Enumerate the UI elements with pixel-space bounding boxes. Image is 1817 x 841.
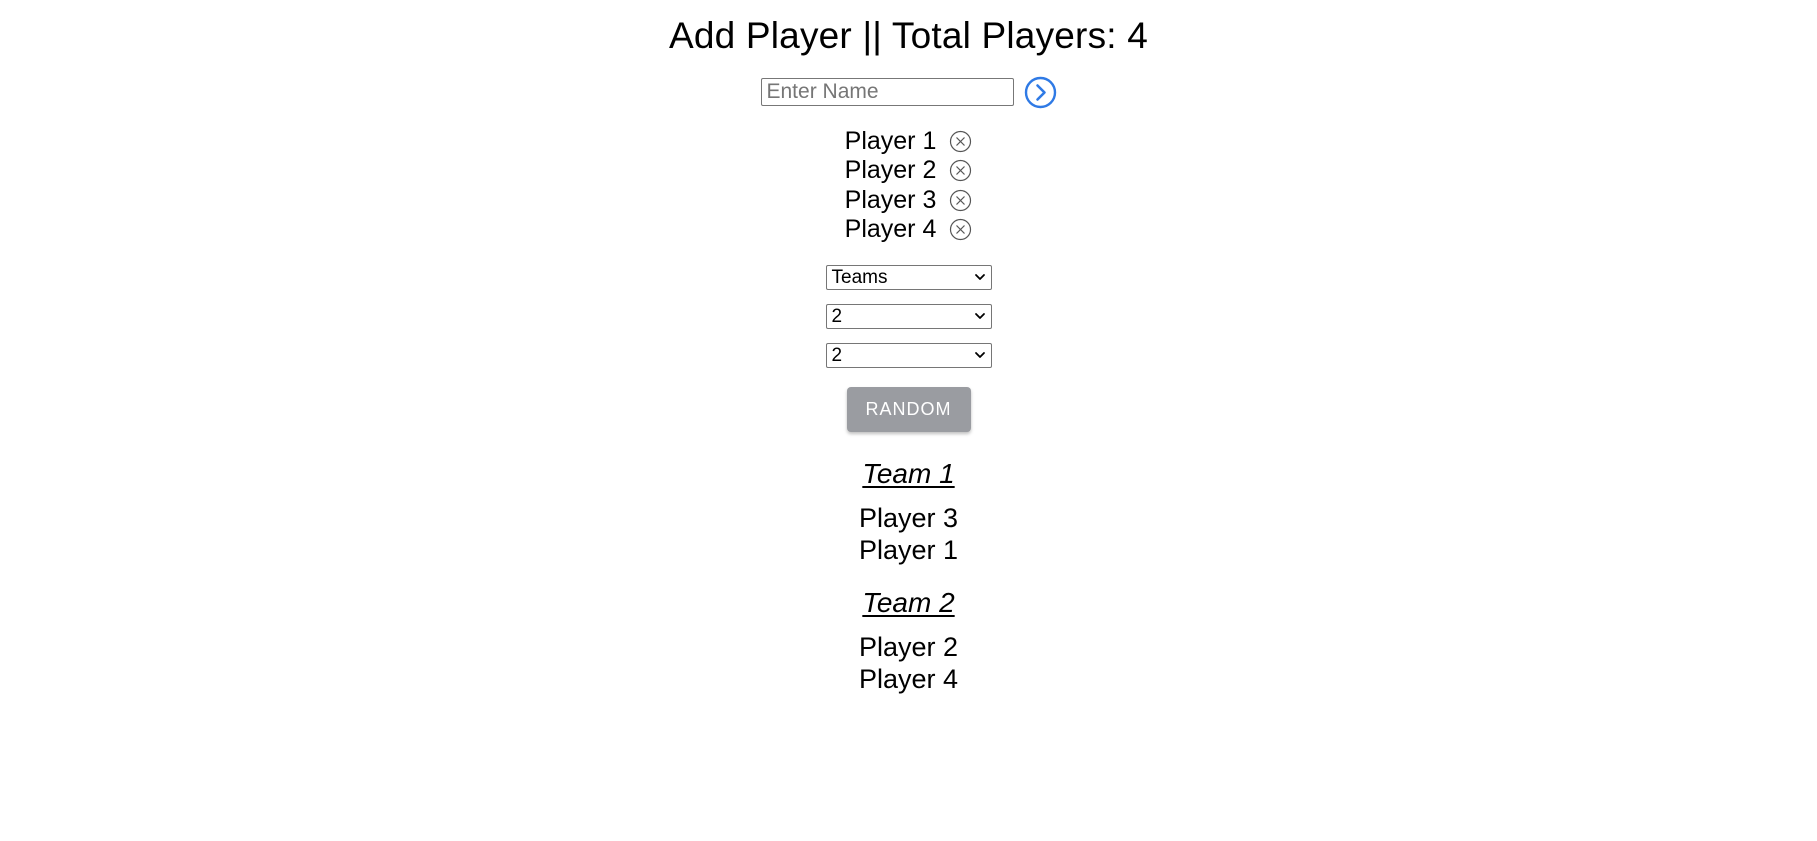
page-title: Add Player || Total Players: 4: [668, 15, 1149, 56]
chevron-down-icon: [974, 274, 985, 281]
player-item: Player 3: [845, 186, 973, 215]
mode-select-value: Teams: [831, 266, 888, 288]
player-name: Player 2: [844, 156, 937, 185]
circle-x-icon: [950, 131, 972, 153]
team-member: Player 4: [858, 664, 959, 695]
remove-player-button[interactable]: [949, 130, 972, 153]
random-button[interactable]: RANDOM: [846, 387, 971, 433]
team-members: Player 3 Player 1: [859, 502, 958, 566]
player-name: Player 4: [844, 215, 937, 244]
circle-x-icon: [950, 218, 972, 241]
remove-player-button[interactable]: [949, 159, 972, 182]
team-member: Player 2: [858, 632, 959, 663]
page: Add Player || Total Players: 4 Player 1: [0, 0, 1817, 841]
players-per-team-select-value: 2: [831, 344, 843, 366]
team-member: Player 1: [858, 535, 959, 566]
team-members: Player 2 Player 4: [859, 631, 958, 695]
player-item: Player 1: [845, 127, 973, 156]
team-member: Player 3: [858, 503, 959, 534]
remove-player-button[interactable]: [949, 218, 972, 241]
mode-select[interactable]: Teams: [825, 265, 992, 291]
player-item: Player 2: [845, 156, 973, 185]
chevron-down-icon: [974, 352, 985, 359]
remove-player-button[interactable]: [949, 189, 972, 212]
player-name: Player 1: [844, 127, 937, 156]
player-item: Player 4: [845, 215, 973, 244]
add-player-button[interactable]: [1024, 76, 1057, 109]
main-column: Add Player || Total Players: 4 Player 1: [0, 0, 1817, 695]
chevron-down-icon: [974, 313, 985, 320]
chevron-right-circle-icon: [1024, 76, 1056, 108]
team-title: Team 1: [862, 458, 955, 490]
add-player-row: [760, 72, 1057, 112]
player-list: Player 1 Player 2 Player 3 Player 4: [845, 127, 973, 244]
team-title: Team 2: [862, 587, 955, 619]
circle-x-icon: [950, 189, 972, 211]
players-per-team-select[interactable]: 2: [825, 343, 992, 369]
name-input[interactable]: [760, 78, 1014, 106]
player-name: Player 3: [844, 185, 937, 214]
circle-x-icon: [950, 160, 972, 182]
team-count-select[interactable]: 2: [825, 304, 992, 330]
team-count-select-value: 2: [831, 305, 843, 327]
